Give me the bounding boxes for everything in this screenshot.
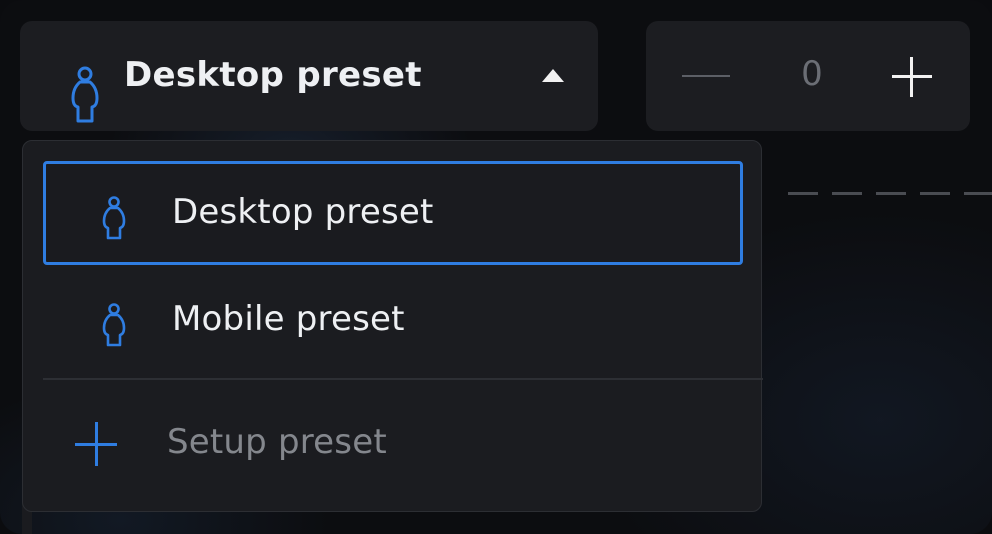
app-frame: Desktop preset 0 Desktop preset Mobile p… <box>0 0 992 534</box>
stepper-value[interactable]: 0 <box>780 52 844 96</box>
dashed-guide-line <box>788 192 992 195</box>
person-icon <box>70 66 100 128</box>
caret-up-icon[interactable] <box>542 69 564 82</box>
setup-preset-button[interactable]: Setup preset <box>43 395 743 499</box>
preset-dropdown-menu: Desktop preset Mobile preset Setup prese… <box>22 140 763 512</box>
dropdown-item-label: Mobile preset <box>172 299 405 339</box>
increment-button[interactable] <box>882 52 942 100</box>
decrement-button[interactable] <box>676 54 736 98</box>
minus-icon <box>682 75 730 77</box>
menu-divider <box>43 378 763 380</box>
plus-icon <box>75 422 119 466</box>
dropdown-item-mobile-preset[interactable]: Mobile preset <box>43 267 743 371</box>
person-icon <box>102 196 126 244</box>
preset-select-label: Desktop preset <box>124 55 422 95</box>
quantity-stepper: 0 <box>646 21 970 131</box>
dropdown-item-label: Desktop preset <box>172 192 434 232</box>
setup-preset-label: Setup preset <box>167 422 387 462</box>
dropdown-item-desktop-preset[interactable]: Desktop preset <box>43 161 743 265</box>
person-icon <box>102 303 126 351</box>
preset-select[interactable]: Desktop preset <box>20 21 598 131</box>
